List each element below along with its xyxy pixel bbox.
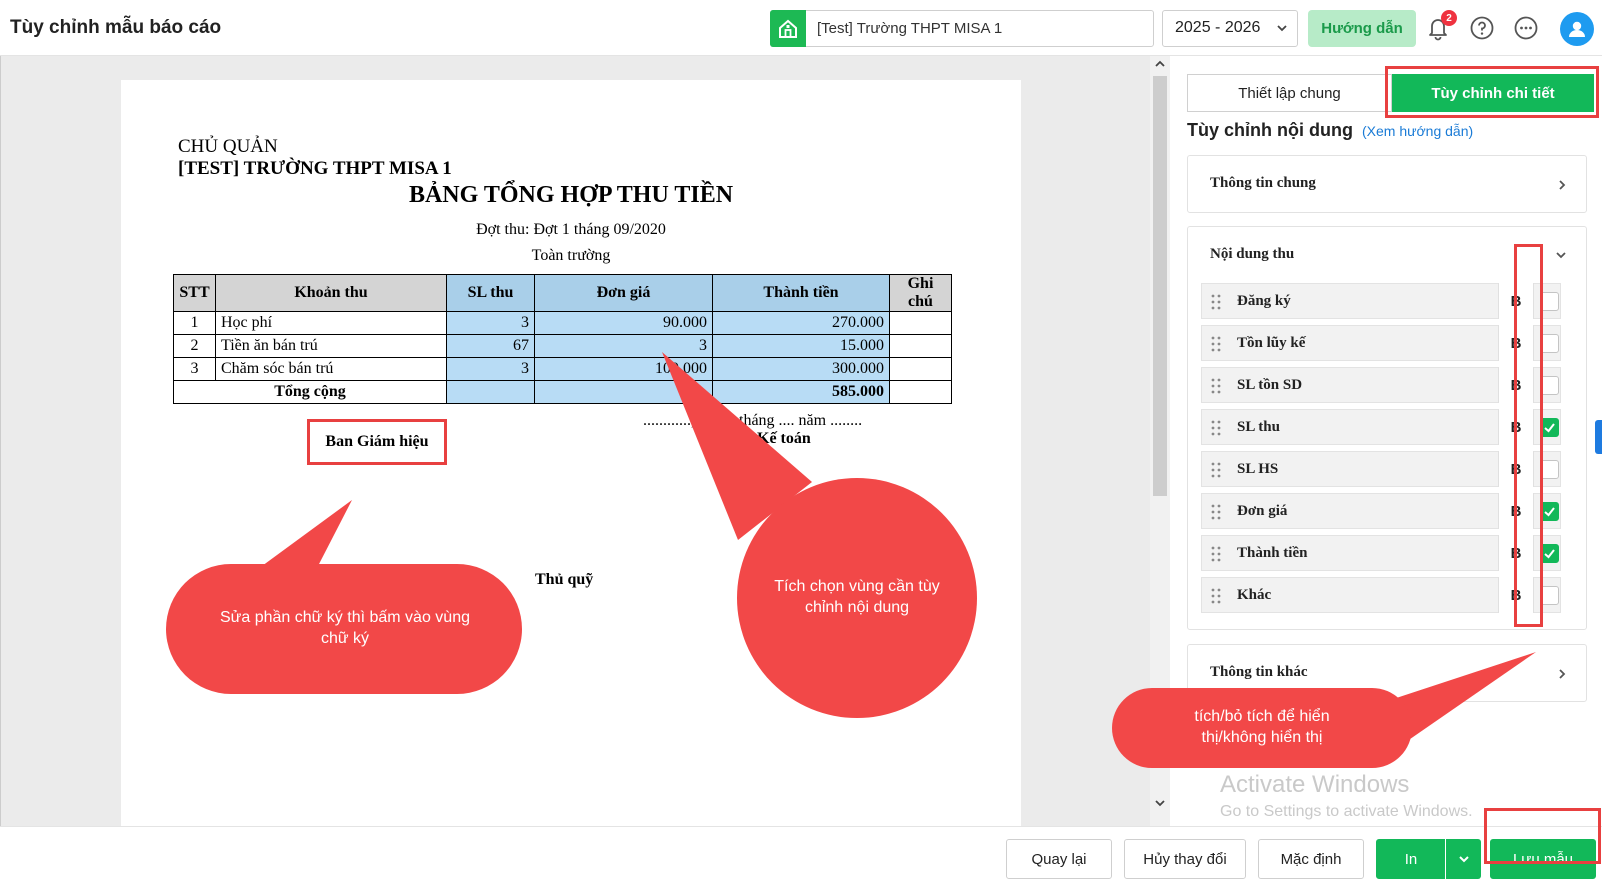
toggle-callout-text: tích/bỏ tích để hiển thị/không hiển thị xyxy=(1194,708,1330,746)
region-callout-bubble xyxy=(662,352,977,718)
region-callout-text: Tích chọn vùng cần tùy chỉnh nội dung xyxy=(774,578,940,616)
annotation-layer xyxy=(166,352,1536,768)
signature-callout-bubble xyxy=(166,500,522,694)
signature-callout-text: Sửa phần chữ ký thì bấm vào vùng chữ ký xyxy=(219,609,470,647)
